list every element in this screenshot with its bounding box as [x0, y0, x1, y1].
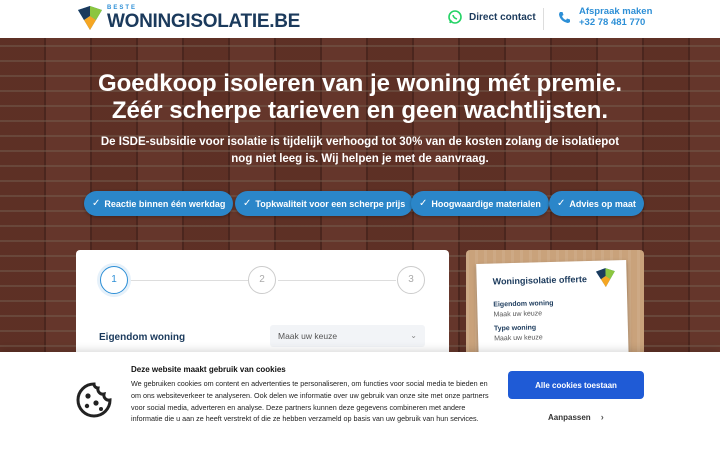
eigendom-woning-label: Eigendom woning [99, 332, 186, 343]
customize-cookies-button[interactable]: Aanpassen › [548, 412, 604, 422]
site-header: BESTE WONINGISOLATIE.BE Direct contact A… [0, 0, 720, 38]
usp-pill-label: Reactie binnen één werkdag [104, 198, 226, 209]
quote-row-label: Type woning [493, 324, 537, 333]
whatsapp-icon [448, 10, 462, 24]
cookie-text: We gebruiken cookies om content en adver… [131, 379, 489, 424]
hero-title: Goedkoop isoleren van je woning mét prem… [0, 70, 720, 124]
check-icon: ✓ [243, 198, 252, 209]
step-2: 2 [248, 266, 276, 294]
hero-title-line1: Goedkoop isoleren van je woning mét prem… [97, 70, 623, 97]
step-connector [130, 280, 248, 281]
step-3: 3 [397, 266, 425, 294]
afspraak-link[interactable]: Afspraak maken +32 78 481 770 [558, 6, 652, 28]
quote-row-label: Eigendom woning [493, 299, 554, 309]
afspraak-phone: +32 78 481 770 [579, 17, 646, 28]
logo-mark-icon [596, 268, 615, 288]
usp-pill-advies: ✓ Advies op maat [549, 191, 644, 216]
chevron-down-icon: ⌄ [410, 331, 417, 340]
logo-big-text: WONINGISOLATIE.BE [107, 11, 300, 32]
usp-pill-topkwaliteit: ✓ Topkwaliteit voor een scherpe prijs [235, 191, 414, 216]
hero-lead: De ISDE-subsidie voor isolatie is tijdel… [100, 136, 620, 165]
quote-row-value: Maak uw keuze [494, 334, 543, 343]
usp-pill-label: Advies op maat [569, 198, 636, 209]
quote-row-value: Maak uw keuze [493, 310, 543, 319]
cookie-banner: Deze website maakt gebruik van cookies W… [0, 352, 720, 450]
direct-contact-label: Direct contact [469, 11, 536, 23]
direct-contact-link[interactable]: Direct contact [448, 10, 536, 24]
header-divider [543, 8, 544, 30]
quote-title: Woningisolatie offerte [492, 274, 588, 287]
logo-mark-icon [78, 6, 102, 30]
usp-pill-label: Topkwaliteit voor een scherpe prijs [255, 198, 406, 209]
usp-pill-label: Hoogwaardige materialen [431, 198, 541, 209]
step-1: 1 [100, 266, 128, 294]
site-logo[interactable]: BESTE WONINGISOLATIE.BE [76, 4, 300, 32]
chevron-right-icon: › [600, 412, 604, 422]
step-connector [278, 280, 396, 281]
accept-all-cookies-button[interactable]: Alle cookies toestaan [508, 371, 644, 399]
usp-pill-materialen: ✓ Hoogwaardige materialen [411, 191, 549, 216]
check-icon: ✓ [419, 198, 428, 209]
select-value: Maak uw keuze [278, 331, 338, 341]
hero-title-line2: Zéér scherpe tarieven en geen wachtlijst… [111, 97, 609, 124]
check-icon: ✓ [92, 198, 101, 209]
cookie-icon [76, 382, 112, 418]
cookie-title: Deze website maakt gebruik van cookies [131, 365, 286, 374]
customize-label: Aanpassen [548, 412, 591, 422]
afspraak-label: Afspraak maken [579, 6, 653, 17]
check-icon: ✓ [557, 198, 566, 209]
usp-pill-reactie: ✓ Reactie binnen één werkdag [84, 191, 234, 216]
form-stepper: 1 2 3 [100, 266, 425, 296]
eigendom-woning-select[interactable]: Maak uw keuze ⌄ [270, 325, 425, 347]
phone-icon [559, 11, 570, 23]
